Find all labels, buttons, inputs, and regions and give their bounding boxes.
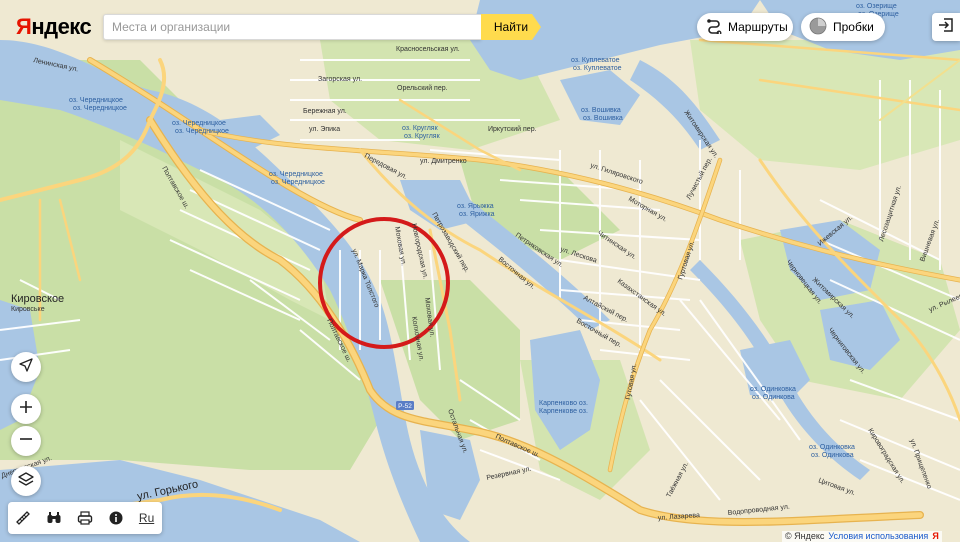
print-icon[interactable] [74,507,96,529]
geolocation-button[interactable] [11,352,41,382]
language-switch[interactable]: Ru [136,507,158,529]
svg-text:оз. Ярижка: оз. Ярижка [459,211,495,218]
yandex-logo[interactable]: Яндекс [16,14,92,40]
layers-button[interactable] [11,466,41,496]
zoom-out-button[interactable] [11,426,41,456]
navigation-arrow-icon [19,357,33,377]
svg-text:оз. Чередницкое: оз. Чередницкое [73,105,127,112]
svg-text:оз. Кругляк: оз. Кругляк [402,125,439,132]
svg-text:ул. Дмитренко: ул. Дмитренко [420,158,467,165]
ruler-icon[interactable] [12,507,34,529]
login-icon [938,17,954,38]
traffic-icon [809,17,827,38]
minus-icon [19,432,33,451]
svg-text:оз. Озерище: оз. Озерище [856,3,897,10]
login-button[interactable] [932,13,960,41]
svg-text:оз. Чередницкое: оз. Чередницкое [271,179,325,186]
map-canvas[interactable]: Р-52 Кировское Кировське оз. Чередницкое… [0,0,960,542]
route-icon [706,18,722,37]
svg-text:оз. Одинковка: оз. Одинковка [809,444,855,451]
svg-text:Карпенково оз.: Карпенково оз. [539,400,588,407]
svg-text:оз. Чередницкое: оз. Чередницкое [269,171,323,178]
search-box [103,14,481,40]
svg-text:оз. Одинковка: оз. Одинковка [750,386,796,393]
svg-text:Орельский пер.: Орельский пер. [397,84,448,92]
svg-text:Бережная ул.: Бережная ул. [303,108,347,115]
svg-text:оз. Кругляк: оз. Кругляк [404,133,441,140]
svg-text:оз. Чередницкое: оз. Чередницкое [69,97,123,104]
terms-link[interactable]: Условия использования [828,531,928,542]
place-kirovskoe: Кировское [11,293,64,305]
bottom-toolbar: Ru [8,502,162,534]
svg-text:оз. Чередницкое: оз. Чередницкое [175,128,229,135]
svg-text:оз. Вошивка: оз. Вошивка [583,115,623,122]
svg-text:оз. Одинкова: оз. Одинкова [811,452,854,459]
copyright-bar: © Яндекс Условия использования Я [782,531,942,542]
search-button[interactable]: Найти [481,14,541,40]
svg-text:ул. Эпика: ул. Эпика [309,126,340,133]
info-icon[interactable] [105,507,127,529]
svg-text:Карпенкове оз.: Карпенкове оз. [539,408,588,415]
svg-text:оз. Одинкова: оз. Одинкова [752,394,795,401]
panorama-binoculars-icon[interactable] [43,507,65,529]
highway-marker-r52: Р-52 [396,401,414,410]
search-input[interactable] [104,15,481,39]
copyright-text: © Яндекс [785,531,825,541]
svg-text:Загорская ул.: Загорская ул. [318,76,362,83]
routes-button[interactable]: Маршруты [697,13,793,41]
routes-label: Маршруты [728,20,788,34]
layers-icon [18,471,34,492]
plus-icon [19,400,33,419]
place-kirovske: Кировське [11,306,45,313]
svg-text:оз. Куплеватое: оз. Куплеватое [573,65,622,72]
svg-text:оз. Вошивка: оз. Вошивка [581,107,621,114]
svg-text:Иркутский пер.: Иркутский пер. [488,125,537,133]
highway-r52-label: Р-52 [398,403,412,410]
traffic-label: Пробки [833,20,874,34]
traffic-button[interactable]: Пробки [801,13,885,41]
svg-text:оз. Чередницкое: оз. Чередницкое [172,120,226,127]
svg-text:оз. Ярыжка: оз. Ярыжка [457,203,494,210]
yandex-mark[interactable]: Я [932,531,938,542]
svg-text:оз. Куплеватое: оз. Куплеватое [571,57,620,64]
zoom-in-button[interactable] [11,394,41,424]
svg-text:Красносельская ул.: Красносельская ул. [396,46,460,53]
